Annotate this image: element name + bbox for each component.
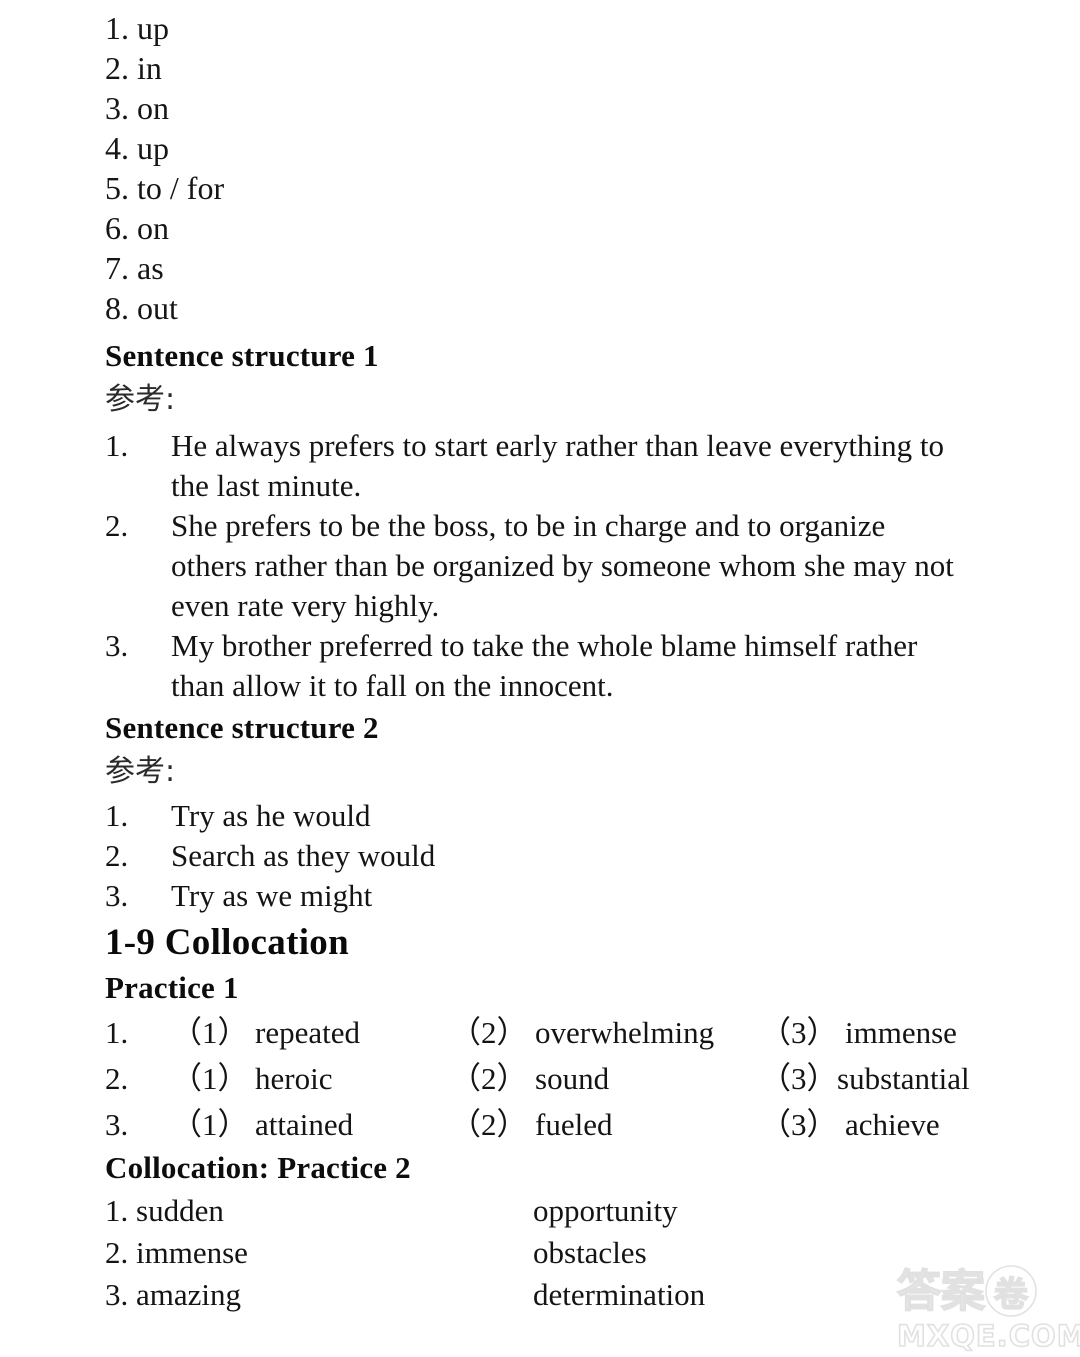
- answer-1-value: attained: [255, 1107, 354, 1142]
- item-text: Try as he would: [171, 798, 371, 833]
- item-number: 1.: [105, 798, 129, 833]
- answer-3-label: （3）: [760, 1015, 838, 1050]
- table-row: 3. amazing determination: [105, 1274, 965, 1316]
- answer-1-label: （1）: [171, 1107, 249, 1142]
- table-row: 2. （1） heroic （2） sound （3） substantial: [105, 1056, 1005, 1102]
- collocation-section-heading-wrap: 1-9 Collocation: [105, 920, 905, 966]
- list-item: 8. out: [105, 290, 178, 326]
- collocation-noun: opportunity: [533, 1193, 678, 1228]
- answer-3-label: （3）: [760, 1061, 838, 1096]
- answer-2-label: （2）: [450, 1107, 528, 1142]
- practice-2-answer-grid: 1. sudden opportunity 2. immense obstacl…: [105, 1190, 965, 1316]
- item-text: Search as they would: [171, 838, 436, 873]
- item-text: He always prefers to start early rather …: [171, 428, 944, 503]
- list-item: 1. up: [105, 10, 169, 46]
- item-number: 3.: [105, 628, 129, 663]
- document-page: 1. up 2. in 3. on 4. up 5. to / for 6. o…: [0, 0, 1080, 1357]
- practice-2-heading-wrap: Collocation: Practice 2: [105, 1148, 905, 1188]
- answer-1-label: （1）: [171, 1061, 249, 1096]
- sentence-structure-2-note: 参考:: [105, 752, 905, 792]
- item-number: 3.: [105, 878, 129, 913]
- answer-3-value: achieve: [845, 1107, 940, 1142]
- collocation-adjective: 2. immense: [105, 1235, 248, 1270]
- list-item: 3. on: [105, 90, 169, 126]
- list-item: 4. up: [105, 130, 169, 166]
- sentence-item: 1. He always prefers to start early rath…: [105, 426, 965, 506]
- preposition-answer-list: 1. up 2. in 3. on 4. up 5. to / for 6. o…: [105, 8, 705, 328]
- list-item: 5. to / for: [105, 170, 225, 206]
- list-item: 2. in: [105, 50, 162, 86]
- sentence-structure-2-section: Sentence structure 2: [105, 708, 905, 748]
- practice-1-answer-grid: 1. （1） repeated （2） overwhelming （3） imm…: [105, 1010, 1005, 1148]
- collocation-adjective: 3. amazing: [105, 1277, 242, 1312]
- answer-2-value: sound: [535, 1061, 610, 1096]
- answer-2-label: （2）: [450, 1061, 528, 1096]
- reference-note: 参考:: [105, 382, 176, 417]
- answer-3-value: substantial: [837, 1061, 970, 1096]
- sentence-item: 3. My brother preferred to take the whol…: [105, 626, 965, 706]
- table-row: 2. immense obstacles: [105, 1232, 965, 1274]
- collocation-noun: obstacles: [533, 1235, 647, 1270]
- sentence-structure-1-list: 1. He always prefers to start early rath…: [105, 426, 965, 706]
- sentence-structure-1-section: Sentence structure 1: [105, 336, 905, 376]
- item-text: My brother preferred to take the whole b…: [171, 628, 918, 703]
- item-number: 1.: [105, 428, 129, 463]
- sentence-item: 1. Try as he would: [105, 796, 965, 836]
- sentence-item: 2. She prefers to be the boss, to be in …: [105, 506, 965, 626]
- answer-2-value: fueled: [535, 1107, 613, 1142]
- section-heading: Collocation: Practice 2: [105, 1150, 411, 1185]
- section-heading: Practice 1: [105, 970, 239, 1005]
- list-item: 7. as: [105, 250, 164, 286]
- reference-note: 参考:: [105, 754, 176, 789]
- sentence-structure-2-list: 1. Try as he would 2. Search as they wou…: [105, 796, 965, 916]
- practice-1-heading-wrap: Practice 1: [105, 968, 905, 1008]
- table-row: 3. （1） attained （2） fueled （3） achieve: [105, 1102, 1005, 1148]
- answer-3-label: （3）: [760, 1107, 838, 1142]
- watermark-circle-outline: [985, 1265, 1037, 1317]
- section-heading: Sentence structure 1: [105, 338, 379, 373]
- answer-3-value: immense: [845, 1015, 957, 1050]
- table-row: 1. sudden opportunity: [105, 1190, 965, 1232]
- sentence-item: 2. Search as they would: [105, 836, 965, 876]
- answer-1-value: heroic: [255, 1061, 333, 1096]
- row-number: 3.: [105, 1107, 129, 1142]
- answer-1-label: （1）: [171, 1015, 249, 1050]
- page-title: 1-9 Collocation: [105, 922, 349, 963]
- sentence-item: 3. Try as we might: [105, 876, 965, 916]
- collocation-adjective: 1. sudden: [105, 1193, 224, 1228]
- list-item: 6. on: [105, 210, 169, 246]
- answer-2-value: overwhelming: [535, 1015, 715, 1050]
- collocation-noun: determination: [533, 1277, 706, 1312]
- item-text: She prefers to be the boss, to be in cha…: [171, 508, 954, 623]
- answer-2-label: （2）: [450, 1015, 528, 1050]
- watermark-domain-text: MXQE.COM: [897, 1319, 1080, 1353]
- section-heading: Sentence structure 2: [105, 710, 379, 745]
- table-row: 1. （1） repeated （2） overwhelming （3） imm…: [105, 1010, 1005, 1056]
- answer-1-value: repeated: [255, 1015, 360, 1050]
- watermark-cjk-circled: 卷: [994, 1275, 1029, 1315]
- sentence-structure-1-note: 参考:: [105, 380, 905, 420]
- item-number: 2.: [105, 508, 129, 543]
- row-number: 2.: [105, 1061, 129, 1096]
- item-text: Try as we might: [171, 878, 373, 913]
- item-number: 2.: [105, 838, 129, 873]
- row-number: 1.: [105, 1015, 129, 1050]
